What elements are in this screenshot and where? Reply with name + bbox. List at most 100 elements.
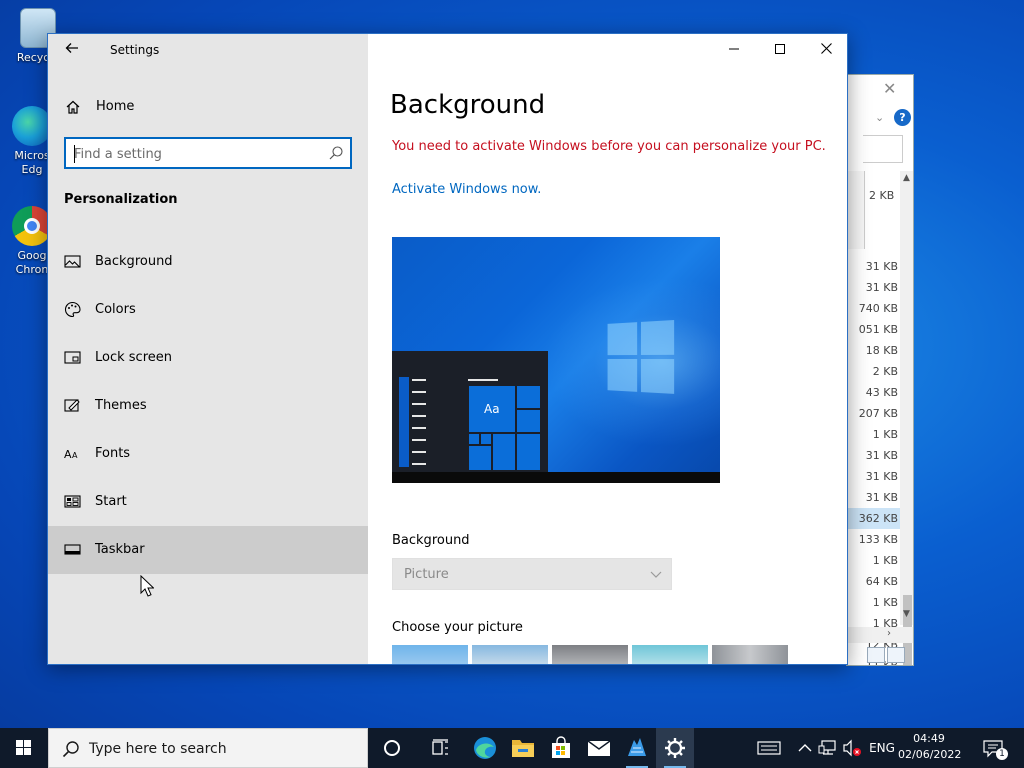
picture-thumbnails [392, 645, 792, 664]
home-nav-item[interactable]: Home [48, 92, 368, 122]
file-size-cell: 31 KB [865, 491, 898, 504]
start-button[interactable] [0, 728, 48, 768]
keyboard-icon [757, 741, 781, 755]
find-setting-search[interactable] [64, 137, 352, 169]
dropdown-value: Picture [404, 567, 449, 582]
file-size-cell: 051 KB [858, 323, 898, 336]
file-size-cell: 2 KB [872, 365, 898, 378]
file-size-column: 31 KB 31 KB 740 KB 051 KB 18 KB 2 KB 43 KB 207 … [847, 256, 900, 665]
close-icon [820, 43, 832, 54]
chrome-icon [12, 206, 52, 246]
palette-icon [64, 301, 81, 318]
help-icon[interactable]: ? [894, 109, 911, 126]
store-button[interactable] [542, 728, 580, 768]
azure-data-studio-button[interactable] [618, 728, 656, 768]
background-type-dropdown[interactable]: Picture [392, 558, 672, 590]
picture-thumbnail[interactable] [472, 645, 548, 664]
nav-item-lock-screen[interactable]: Lock screen [48, 334, 368, 382]
chevron-down-icon[interactable]: ⌄ [875, 111, 884, 124]
windows-start-icon [16, 740, 31, 755]
preview-taskbar [392, 472, 720, 483]
file-size-cell: 740 KB [858, 302, 898, 315]
column-header [847, 171, 865, 249]
nav-item-themes[interactable]: Themes [48, 382, 368, 430]
show-hidden-icons-button[interactable] [795, 728, 815, 768]
azure-icon [628, 738, 646, 756]
background-type-label: Background [392, 533, 470, 548]
vertical-scrollbar[interactable]: ▲ ▼ [900, 171, 913, 665]
file-size-cell: 362 KB [847, 508, 900, 529]
personalization-nav: Background Colors Lock screen Themes AA … [48, 238, 368, 574]
edge-icon [12, 106, 52, 146]
picture-thumbnail[interactable] [392, 645, 468, 664]
cortana-button[interactable] [373, 728, 411, 768]
task-view-button[interactable] [421, 728, 459, 768]
minimize-button[interactable] [711, 34, 757, 66]
horizontal-scrollbar[interactable]: › [847, 627, 913, 643]
mouse-cursor-icon [140, 575, 154, 597]
taskbar-clock[interactable]: 04:49 02/06/2022 [898, 731, 962, 763]
nav-item-label: Taskbar [95, 542, 145, 557]
scroll-up-icon[interactable]: ▲ [903, 173, 910, 183]
close-button[interactable] [803, 34, 847, 66]
picture-thumbnail[interactable] [632, 645, 708, 664]
taskbar: Type here to search ENG 04:49 02/06/2022… [0, 728, 1024, 768]
activate-windows-link[interactable]: Activate Windows now. [392, 182, 541, 197]
close-icon[interactable]: ✕ [883, 79, 896, 98]
start-tiles-icon [64, 495, 81, 508]
file-explorer-button[interactable] [504, 728, 542, 768]
network-button[interactable] [817, 728, 839, 768]
large-icons-view-icon[interactable] [887, 647, 905, 663]
language-indicator[interactable]: ENG [866, 728, 898, 768]
meet-now-button[interactable] [756, 728, 782, 768]
picture-thumbnail[interactable] [552, 645, 628, 664]
nav-item-colors[interactable]: Colors [48, 286, 368, 334]
file-explorer-window[interactable]: ✕ ⌄ ? 2 KB 31 KB 31 KB 740 KB 051 KB 18 KB 2 … [846, 74, 914, 666]
taskbar-search-box[interactable]: Type here to search [48, 728, 368, 768]
preview-tile-text: Aa [484, 402, 500, 416]
search-field[interactable] [863, 135, 903, 163]
svg-text:A: A [72, 451, 78, 460]
nav-item-fonts[interactable]: AA Fonts [48, 430, 368, 478]
nav-item-taskbar[interactable]: Taskbar [48, 526, 368, 574]
minimize-icon [729, 48, 739, 50]
settings-taskbar-button[interactable] [656, 728, 694, 768]
scroll-down-icon[interactable]: ▼ [903, 609, 910, 619]
scroll-right-icon[interactable]: › [887, 628, 891, 639]
file-size-cell: 133 KB [858, 533, 898, 546]
search-icon[interactable] [328, 145, 344, 161]
settings-window[interactable]: Settings Home Personalization Background… [47, 33, 848, 665]
page-title: Background [390, 90, 546, 120]
edge-taskbar-button[interactable] [466, 728, 504, 768]
svg-text:A: A [64, 448, 72, 461]
file-size-cell: 207 KB [858, 407, 898, 420]
picture-icon [64, 255, 81, 268]
details-view-icon[interactable] [867, 647, 885, 663]
nav-item-label: Lock screen [95, 350, 172, 365]
nav-item-background[interactable]: Background [48, 238, 368, 286]
find-setting-input[interactable] [74, 144, 324, 164]
section-header: Personalization [64, 192, 178, 207]
picture-thumbnail[interactable] [712, 645, 788, 664]
search-icon [62, 741, 79, 758]
mail-button[interactable] [580, 728, 618, 768]
font-icon: AA [64, 448, 78, 461]
settings-content: Background You need to activate Windows … [368, 34, 847, 664]
network-icon [818, 740, 836, 755]
nav-item-start[interactable]: Start [48, 478, 368, 526]
notification-count-badge: 1 [996, 748, 1008, 760]
volume-muted-icon [843, 739, 861, 757]
view-toggle[interactable] [867, 647, 913, 665]
settings-sidebar: Settings Home Personalization Background… [48, 34, 368, 664]
clock-date: 02/06/2022 [898, 748, 962, 761]
maximize-button[interactable] [757, 34, 803, 66]
action-center-button[interactable]: 1 [978, 728, 1010, 768]
taskbar-search-placeholder: Type here to search [89, 741, 227, 757]
volume-button[interactable] [840, 728, 864, 768]
nav-item-label: Colors [95, 302, 136, 317]
back-arrow-icon[interactable] [62, 40, 82, 60]
mail-icon [587, 740, 611, 756]
nav-item-label: Start [95, 494, 127, 509]
background-preview: Aa [392, 237, 720, 483]
maximize-icon [775, 44, 785, 54]
